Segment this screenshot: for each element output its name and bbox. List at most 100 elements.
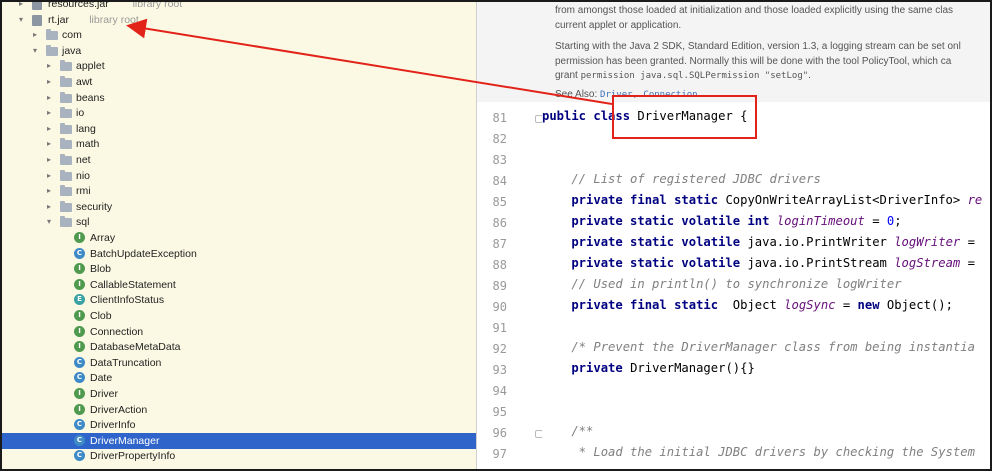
doc-line-1: from amongst those loaded at initializat… bbox=[555, 5, 954, 16]
class-icon: C bbox=[74, 356, 85, 368]
folder-icon bbox=[60, 138, 72, 150]
tree-item-awt[interactable]: ▸ awt bbox=[2, 74, 476, 90]
folder-icon bbox=[60, 122, 72, 134]
tree-item-drivermanager[interactable]: C DriverManager bbox=[2, 432, 476, 449]
jar-icon bbox=[32, 14, 42, 26]
jar-icon bbox=[32, 2, 42, 10]
tree-item-label: ClientInfoStatus bbox=[90, 294, 165, 307]
tree-item-rt-jar[interactable]: ▾ rt.jar library root bbox=[2, 12, 476, 28]
tree-item-label: rmi bbox=[76, 185, 91, 198]
code-line-93: private DriverManager(){} bbox=[542, 361, 755, 375]
line-number: 95 bbox=[492, 405, 507, 419]
tree-item-hint: library root bbox=[132, 2, 183, 10]
doc-line-3: Starting with the Java 2 SDK, Standard E… bbox=[555, 41, 961, 52]
doc-line-2: current applet or application. bbox=[555, 20, 682, 31]
tree-item-connection[interactable]: I Connection bbox=[2, 324, 476, 340]
chevron-right-icon[interactable]: ▸ bbox=[44, 121, 54, 137]
tree-item-label: beans bbox=[76, 91, 105, 104]
tree-item-label: com bbox=[62, 29, 82, 42]
doc-grant-text: grant bbox=[555, 70, 581, 81]
code-line-90: private final static Object logSync = ne… bbox=[542, 298, 953, 312]
code-line-87: private static volatile java.io.PrintWri… bbox=[542, 235, 975, 249]
folder-icon bbox=[60, 169, 72, 181]
folder-icon bbox=[46, 29, 58, 41]
tree-item-label: DriverInfo bbox=[90, 419, 136, 432]
folder-icon bbox=[60, 216, 72, 228]
tree-item-clientinfostatus[interactable]: E ClientInfoStatus bbox=[2, 292, 476, 308]
tree-item-label: Date bbox=[90, 372, 113, 385]
ide-window: ▸ resources.jar library root ▾ rt.jar library… bbox=[2, 2, 990, 469]
tree-item-label: Array bbox=[90, 232, 116, 244]
line-number: 90 bbox=[492, 300, 507, 314]
interface-icon: I bbox=[74, 278, 85, 290]
class-icon: C bbox=[74, 247, 85, 259]
tree-item-lang[interactable]: ▸ lang bbox=[2, 121, 476, 137]
tree-item-callablestatement[interactable]: I CallableStatement bbox=[2, 277, 476, 293]
tree-item-security[interactable]: ▸ security bbox=[2, 199, 476, 215]
line-number: 81 bbox=[492, 111, 507, 125]
tree-item-driver[interactable]: I Driver bbox=[2, 386, 476, 402]
code-editor[interactable]: public class DriverManager { // List of … bbox=[542, 102, 990, 469]
chevron-right-icon[interactable]: ▸ bbox=[44, 183, 54, 199]
tree-item-label: sql bbox=[76, 216, 90, 229]
tree-item-datatruncation[interactable]: C DataTruncation bbox=[2, 355, 476, 371]
tree-item-math[interactable]: ▸ math bbox=[2, 136, 476, 152]
tree-item-blob[interactable]: I Blob bbox=[2, 261, 476, 277]
chevron-down-icon[interactable]: ▾ bbox=[44, 214, 54, 230]
tree-item-com[interactable]: ▸ com bbox=[2, 27, 476, 43]
class-icon: C bbox=[74, 434, 85, 446]
tree-item-rmi[interactable]: ▸ rmi bbox=[2, 183, 476, 199]
chevron-right-icon[interactable]: ▸ bbox=[44, 152, 54, 168]
tree-item-label: rt.jar bbox=[48, 13, 69, 26]
tree-item-resources-jar[interactable]: ▸ resources.jar library root bbox=[2, 2, 476, 12]
chevron-right-icon[interactable]: ▸ bbox=[44, 199, 54, 215]
tree-item-clob[interactable]: I Clob bbox=[2, 308, 476, 324]
folder-icon bbox=[60, 76, 72, 87]
line-number: 87 bbox=[492, 237, 507, 251]
chevron-right-icon[interactable]: ▸ bbox=[44, 105, 54, 121]
tree-item-label: applet bbox=[76, 60, 105, 73]
tree-item-java[interactable]: ▾ java bbox=[2, 43, 476, 59]
chevron-right-icon[interactable]: ▸ bbox=[44, 136, 54, 152]
tree-item-databasemetadata[interactable]: I DatabaseMetaData bbox=[2, 339, 476, 355]
tree-item-label: awt bbox=[76, 76, 93, 88]
chevron-right-icon[interactable]: ▸ bbox=[44, 58, 54, 74]
tree-item-label: security bbox=[76, 200, 113, 213]
tree-item-driverpropertyinfo[interactable]: C DriverPropertyInfo bbox=[2, 448, 476, 464]
chevron-right-icon[interactable]: ▸ bbox=[44, 168, 54, 184]
chevron-down-icon[interactable]: ▾ bbox=[16, 12, 26, 28]
tree-item-beans[interactable]: ▸ beans bbox=[2, 90, 476, 106]
line-number: 85 bbox=[492, 195, 507, 209]
folder-icon bbox=[46, 44, 58, 56]
tree-item-array[interactable]: I Array bbox=[2, 230, 476, 246]
tree-item-label: CallableStatement bbox=[90, 278, 176, 291]
project-tree[interactable]: ▸ resources.jar library root ▾ rt.jar library… bbox=[2, 2, 476, 469]
tree-item-batchupdateexception[interactable]: C BatchUpdateException bbox=[2, 246, 476, 262]
tree-item-label: lang bbox=[76, 122, 96, 135]
doc-line-4: permission has been granted. Normally th… bbox=[555, 56, 952, 67]
code-line-97: * Load the initial JDBC drivers by check… bbox=[542, 445, 975, 459]
chevron-right-icon[interactable]: ▸ bbox=[44, 90, 54, 106]
tree-item-label: Blob bbox=[90, 263, 112, 276]
tree-item-nio[interactable]: ▸ nio bbox=[2, 168, 476, 184]
tree-item-driveraction[interactable]: I DriverAction bbox=[2, 402, 476, 418]
tree-item-applet[interactable]: ▸ applet bbox=[2, 58, 476, 74]
chevron-right-icon[interactable]: ▸ bbox=[44, 74, 54, 90]
line-number: 82 bbox=[492, 132, 507, 146]
tree-item-label: net bbox=[76, 154, 91, 166]
tree-item-driverinfo[interactable]: C DriverInfo bbox=[2, 417, 476, 433]
tree-item-net[interactable]: ▸ net bbox=[2, 152, 476, 168]
tree-item-sql[interactable]: ▾ sql bbox=[2, 214, 476, 230]
tree-item-label: java bbox=[62, 44, 82, 57]
interface-icon: I bbox=[74, 388, 85, 399]
doc-line-5: grant permission java.sql.SQLPermission … bbox=[555, 70, 811, 81]
line-number: 91 bbox=[492, 321, 507, 335]
editor-gutter[interactable]: 81 82 83 84 85 86 87 88 89 90 91 92 93 94 95 96 97 bbox=[477, 102, 543, 469]
chevron-right-icon[interactable]: ▸ bbox=[30, 27, 40, 43]
line-number: 94 bbox=[492, 384, 507, 398]
chevron-down-icon[interactable]: ▾ bbox=[30, 43, 40, 59]
folder-icon bbox=[60, 60, 72, 72]
tree-item-io[interactable]: ▸ io bbox=[2, 105, 476, 121]
tree-item-date[interactable]: C Date bbox=[2, 370, 476, 386]
chevron-right-icon[interactable]: ▸ bbox=[16, 2, 26, 12]
